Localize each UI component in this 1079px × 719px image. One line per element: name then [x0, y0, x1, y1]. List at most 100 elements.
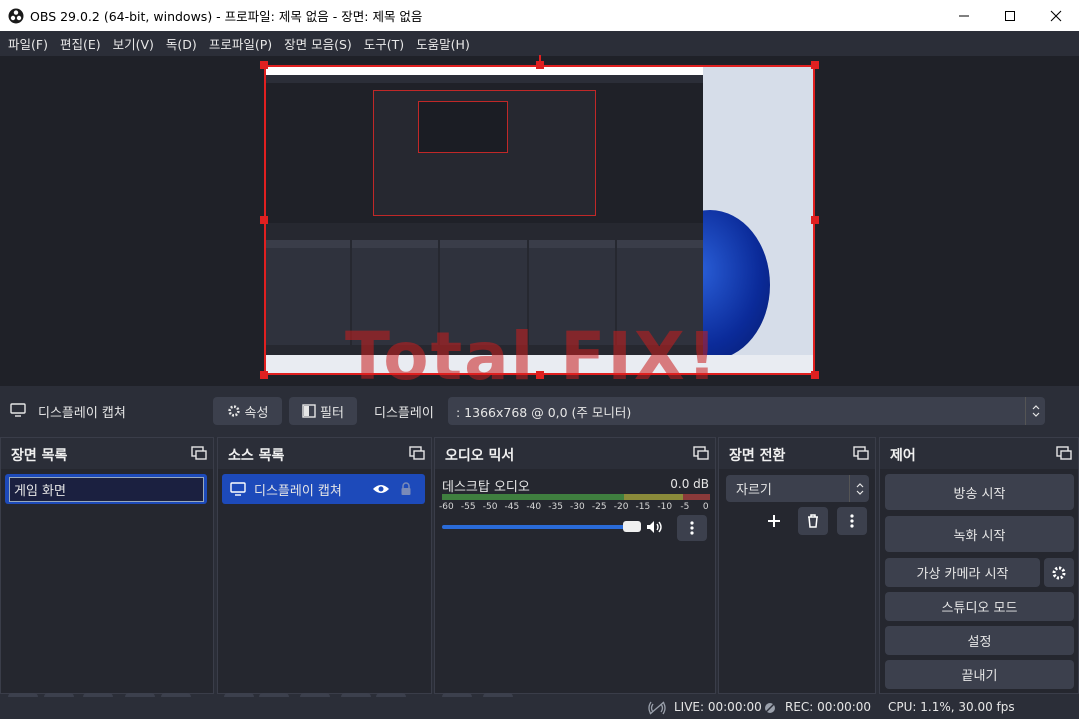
start-recording-label: 녹화 시작	[953, 528, 1006, 544]
controls-dock: 제어 방송 시작 녹화 시작 가상 카메라 시작 스튜디오 모드 설정 끝내기	[879, 437, 1079, 694]
start-recording-button[interactable]: 녹화 시작	[885, 516, 1074, 552]
resize-handle[interactable]	[811, 371, 819, 379]
sources-title: 소스 목록	[228, 448, 285, 464]
virtual-camera-settings-button[interactable]	[1044, 558, 1074, 587]
minimize-icon	[959, 15, 969, 16]
start-virtual-camera-button[interactable]: 가상 카메라 시작	[885, 558, 1040, 587]
broadcast-icon	[648, 701, 666, 715]
lock-icon[interactable]	[400, 482, 412, 496]
transition-properties-button[interactable]	[837, 507, 867, 535]
status-bar: LIVE: 00:00:00 REC: 00:00:00 CPU: 1.1%, …	[0, 697, 1079, 719]
menu-view[interactable]: 보기(V)	[107, 34, 160, 53]
undock-icon[interactable]	[1056, 446, 1072, 460]
scene-transitions-dock: 장면 전환 자르기	[718, 437, 876, 694]
rotation-handle[interactable]	[539, 55, 541, 65]
meter-tick-label: -55	[460, 502, 476, 512]
meter-tick-label: -40	[526, 502, 542, 512]
start-streaming-button[interactable]: 방송 시작	[885, 474, 1074, 510]
close-button[interactable]	[1033, 0, 1079, 31]
mixer-level: 0.0 dB	[670, 477, 709, 491]
transition-select[interactable]: 자르기	[726, 475, 869, 502]
display-select-value: : 1366x768 @ 0,0 (주 모니터)	[456, 404, 632, 420]
selected-source-name: 디스플레이 캡쳐	[38, 406, 126, 421]
maximize-icon	[1005, 10, 1015, 21]
plus-icon	[768, 515, 780, 527]
resize-handle[interactable]	[260, 61, 268, 69]
undock-icon[interactable]	[693, 446, 709, 460]
menu-tools[interactable]: 도구(T)	[358, 34, 410, 53]
settings-button[interactable]: 설정	[885, 626, 1074, 655]
filter-icon	[302, 404, 316, 418]
menu-edit[interactable]: 편집(E)	[54, 34, 107, 53]
gear-icon	[1052, 566, 1066, 579]
display-select[interactable]: : 1366x768 @ 0,0 (주 모니터)	[448, 397, 1045, 425]
transitions-title: 장면 전환	[729, 448, 786, 464]
gear-icon	[227, 405, 240, 417]
source-item-label: 디스플레이 캡쳐	[254, 483, 342, 499]
meter-tick-label: -20	[613, 502, 629, 512]
trash-icon	[808, 514, 818, 528]
meter-tick-label: -30	[570, 502, 585, 512]
menu-file[interactable]: 파일(F)	[2, 34, 54, 53]
volume-slider-handle[interactable]	[623, 521, 641, 532]
rec-time: REC: 00:00:00	[785, 700, 872, 714]
captured-display-recursive	[373, 90, 596, 216]
menu-docks[interactable]: 독(D)	[160, 34, 203, 53]
resize-handle[interactable]	[811, 61, 819, 69]
scene-item-label[interactable]: 게임 화면	[9, 476, 204, 502]
resize-handle[interactable]	[260, 216, 268, 224]
exit-button[interactable]: 끝내기	[885, 660, 1074, 689]
more-vertical-icon	[690, 521, 694, 535]
minimize-button[interactable]	[941, 0, 987, 31]
scene-item[interactable]: 게임 화면	[5, 474, 207, 504]
speaker-icon[interactable]	[646, 520, 664, 534]
meter-tick-label: -10	[657, 502, 673, 512]
meter-tick-label: -35	[548, 502, 563, 512]
remove-transition-button[interactable]	[798, 507, 828, 535]
controls-title: 제어	[890, 448, 916, 464]
mixer-channel-menu-button[interactable]	[677, 515, 707, 541]
display-label: 디스플레이	[374, 406, 434, 421]
spinner-arrows-icon[interactable]	[849, 475, 869, 502]
transition-select-value: 자르기	[736, 483, 772, 498]
audio-mixer-dock: 오디오 믹서 데스크탑 오디오 0.0 dB -60 -55 -50 -45 -40 -3…	[434, 437, 716, 719]
menu-help[interactable]: 도움말(H)	[410, 34, 476, 53]
resize-handle[interactable]	[260, 371, 268, 379]
mixer-title: 오디오 믹서	[445, 448, 515, 464]
properties-button[interactable]: 속성	[213, 397, 282, 425]
settings-label: 설정	[967, 635, 992, 650]
menu-bar: 파일(F) 편집(E) 보기(V) 독(D) 프로파일(P) 장면 모음(S) …	[0, 31, 1079, 56]
resize-handle[interactable]	[811, 216, 819, 224]
menu-profile[interactable]: 프로파일(P)	[203, 34, 278, 53]
eye-icon[interactable]	[372, 483, 390, 495]
sources-dock: 소스 목록 디스플레이 캡쳐	[217, 437, 432, 719]
properties-label: 속성	[244, 405, 269, 421]
menu-scene-collection[interactable]: 장면 모음(S)	[278, 34, 358, 53]
undock-icon[interactable]	[409, 446, 425, 460]
meter-tick-label: -50	[482, 502, 498, 512]
add-transition-button[interactable]	[759, 507, 789, 535]
meter-tick-label: -60	[439, 502, 454, 512]
undock-icon[interactable]	[853, 446, 869, 460]
undock-icon[interactable]	[191, 446, 207, 460]
title-bar: OBS 29.0.2 (64-bit, windows) - 프로파일: 제목 …	[0, 0, 1079, 31]
source-toolbar: 디스플레이 캡쳐 속성 필터 디스플레이 : 1366x768 @ 0,0 (주…	[0, 390, 1079, 432]
exit-label: 끝내기	[961, 669, 998, 684]
cpu-fps: CPU: 1.1%, 30.00 fps	[888, 700, 1015, 714]
resize-handle[interactable]	[536, 371, 544, 379]
source-item[interactable]: 디스플레이 캡쳐	[222, 474, 425, 504]
studio-mode-button[interactable]: 스튜디오 모드	[885, 592, 1074, 621]
virtual-camera-label: 가상 카메라 시작	[916, 567, 1009, 582]
watermark: Total FIX!	[345, 318, 719, 395]
filters-button[interactable]: 필터	[289, 397, 357, 425]
meter-ticks: -60 -55 -50 -45 -40 -35 -30 -25 -20 -15 -10 -5 0	[439, 502, 710, 514]
live-time: LIVE: 00:00:00	[674, 700, 762, 714]
window-title: OBS 29.0.2 (64-bit, windows) - 프로파일: 제목 …	[30, 9, 423, 24]
maximize-button[interactable]	[987, 0, 1033, 31]
meter-tick-label: -45	[504, 502, 520, 512]
spinner-arrows-icon[interactable]	[1025, 397, 1045, 425]
scenes-title: 장면 목록	[11, 448, 68, 464]
monitor-icon	[10, 403, 26, 417]
volume-slider-track[interactable]	[442, 525, 638, 529]
more-vertical-icon	[850, 514, 854, 528]
